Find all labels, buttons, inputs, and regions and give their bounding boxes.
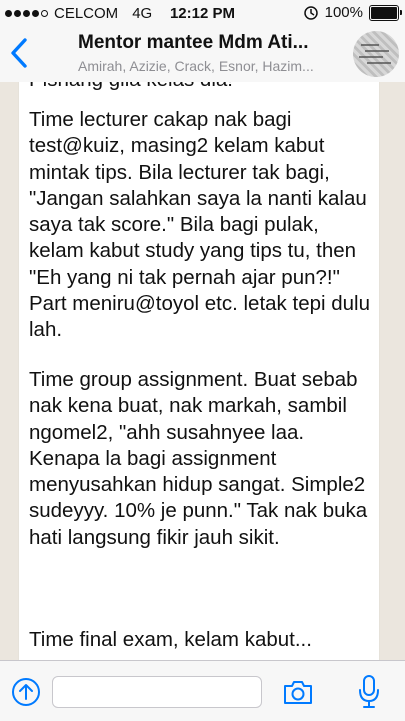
chat-area[interactable]: Pishang gila kelas dia! Time lecturer ca… — [0, 82, 405, 660]
alarm-icon — [303, 5, 318, 20]
chat-title[interactable]: Mentor mantee Mdm Ati... — [78, 32, 338, 54]
chat-header: Mentor mantee Mdm Ati... Amirah, Azizie,… — [0, 26, 405, 83]
battery-icon — [369, 4, 402, 21]
status-bar: CELCOM 4G 12:12 PM 100% — [0, 0, 405, 26]
message-paragraph: Time lecturer cakap nak bagi test@kuiz, … — [29, 108, 371, 342]
chat-participants[interactable]: Amirah, Azizie, Crack, Esnor, Hazim... — [78, 58, 342, 74]
battery-percent: 100% — [324, 4, 363, 21]
message-paragraph: Time group assignment. Buat sebab nak ke… — [29, 368, 368, 549]
message-paragraph: Time final exam, kelam kabut... — [29, 628, 312, 651]
status-right: 100% — [303, 4, 402, 21]
message-input[interactable] — [52, 676, 262, 708]
input-bar — [0, 660, 405, 721]
back-chevron-icon[interactable] — [8, 36, 32, 70]
microphone-icon[interactable] — [358, 674, 380, 710]
message-paragraph: Pishang gila kelas dia! — [29, 82, 233, 93]
camera-icon[interactable] — [282, 678, 314, 706]
share-icon[interactable] — [10, 676, 42, 708]
group-avatar[interactable] — [353, 31, 399, 77]
